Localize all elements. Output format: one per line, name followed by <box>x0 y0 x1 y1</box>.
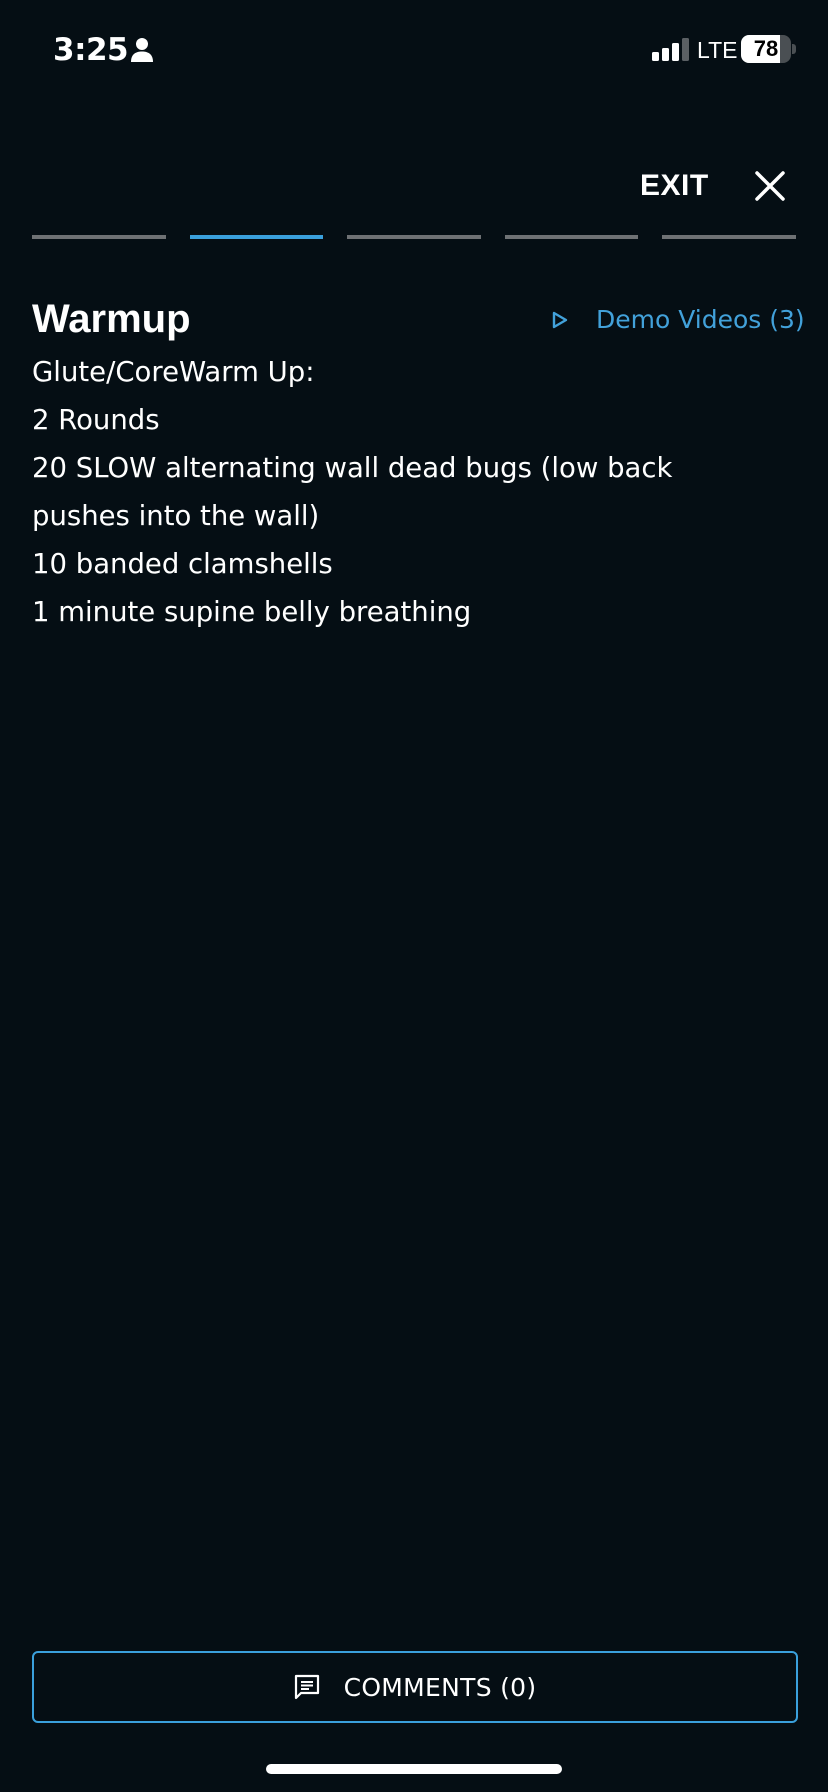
workout-description: Glute/CoreWarm Up: 2 Rounds 20 SLOW alte… <box>32 348 772 636</box>
play-icon <box>552 311 568 329</box>
workout-line: 2 Rounds <box>32 404 160 436</box>
battery-cap <box>792 44 796 54</box>
workout-line: 10 banded clamshells <box>32 548 333 580</box>
person-icon <box>131 38 153 62</box>
workout-line: 1 minute supine belly breathing <box>32 596 472 628</box>
exit-button[interactable]: EXIT <box>640 158 800 214</box>
comments-button[interactable]: COMMENTS (0) <box>32 1651 798 1723</box>
status-time: 3:25 <box>53 32 129 68</box>
workout-line: 20 SLOW alternating wall dead bugs (low … <box>32 452 673 532</box>
progress-step-3 <box>347 235 481 239</box>
demo-videos-label: Demo Videos (3) <box>596 305 805 334</box>
comment-icon <box>294 1674 319 1700</box>
network-type: LTE <box>697 37 738 63</box>
cellular-signal-icon <box>652 38 689 61</box>
progress-step-1 <box>32 235 166 239</box>
progress-step-4 <box>504 235 639 239</box>
progress-step-2 <box>189 235 324 239</box>
exit-label: EXIT <box>640 169 709 202</box>
status-bar: 3:25 LTE 78 <box>0 0 828 100</box>
step-progress-indicator <box>32 235 796 240</box>
close-icon[interactable] <box>754 170 786 202</box>
section-title: Warmup <box>32 297 191 341</box>
battery-level: 78 <box>753 36 779 61</box>
comments-label: COMMENTS (0) <box>343 1672 537 1702</box>
workout-line: Glute/CoreWarm Up: <box>32 356 315 388</box>
battery-icon: 78 <box>741 35 791 63</box>
demo-videos-link[interactable]: Demo Videos (3) <box>552 302 805 338</box>
progress-step-5 <box>662 235 796 239</box>
home-indicator[interactable] <box>266 1764 562 1774</box>
